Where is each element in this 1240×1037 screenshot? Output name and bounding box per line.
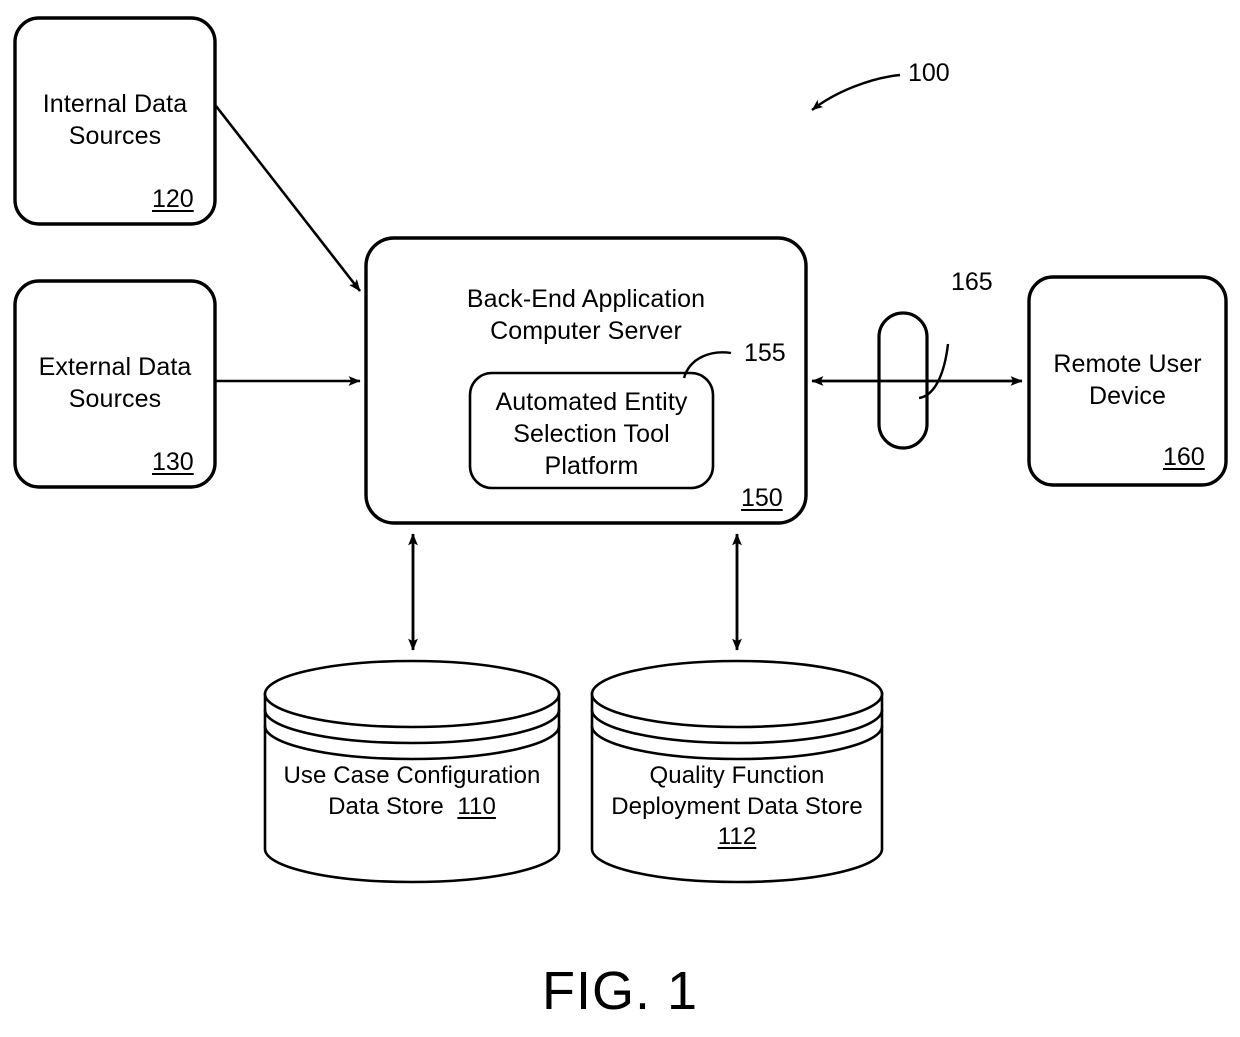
network-ref: 165 <box>951 268 993 296</box>
remote-user-device-ref: 160 <box>1163 443 1205 471</box>
system-ref-100: 100 <box>908 59 950 87</box>
use-case-store-line2: Data Store <box>328 792 444 820</box>
remote-user-device-label: Remote User Device <box>1053 350 1202 410</box>
connector-internal-to-server <box>214 105 362 292</box>
internal-data-sources-ref: 120 <box>152 185 194 213</box>
internal-data-sources-label: Internal Data Sources <box>42 90 188 150</box>
system-ref-leader-arrow <box>811 73 901 111</box>
use-case-store-line1: Use Case Configuration <box>283 762 541 789</box>
external-data-sources-ref: 130 <box>152 448 194 476</box>
qfd-store-line1: Quality Function <box>649 762 825 789</box>
qfd-store-line2: Deployment Data Store <box>611 792 863 820</box>
diagram-canvas <box>13 16 1228 884</box>
back-end-server-ref: 150 <box>741 484 783 512</box>
automated-entity-selection-tool-platform-label: Automated Entity Selection Tool Platform <box>495 388 688 480</box>
use-case-store-ref: 110 <box>457 792 496 820</box>
automated-entity-selection-tool-platform-ref: 155 <box>744 339 786 367</box>
back-end-server-label: Back-End Application Computer Server <box>466 285 706 345</box>
external-data-sources-label: External Data Sources <box>38 353 192 413</box>
qfd-store-ref: 112 <box>717 823 757 851</box>
quality-function-deployment-data-store-label: Quality Function Deployment Data Store 112 <box>590 761 884 853</box>
figure-caption: FIG. 1 <box>541 961 699 1021</box>
use-case-configuration-data-store-label: Use Case Configuration Data Store 110 <box>265 761 559 822</box>
patent-figure: Internal Data Sources 120 External Data … <box>0 0 1240 1037</box>
